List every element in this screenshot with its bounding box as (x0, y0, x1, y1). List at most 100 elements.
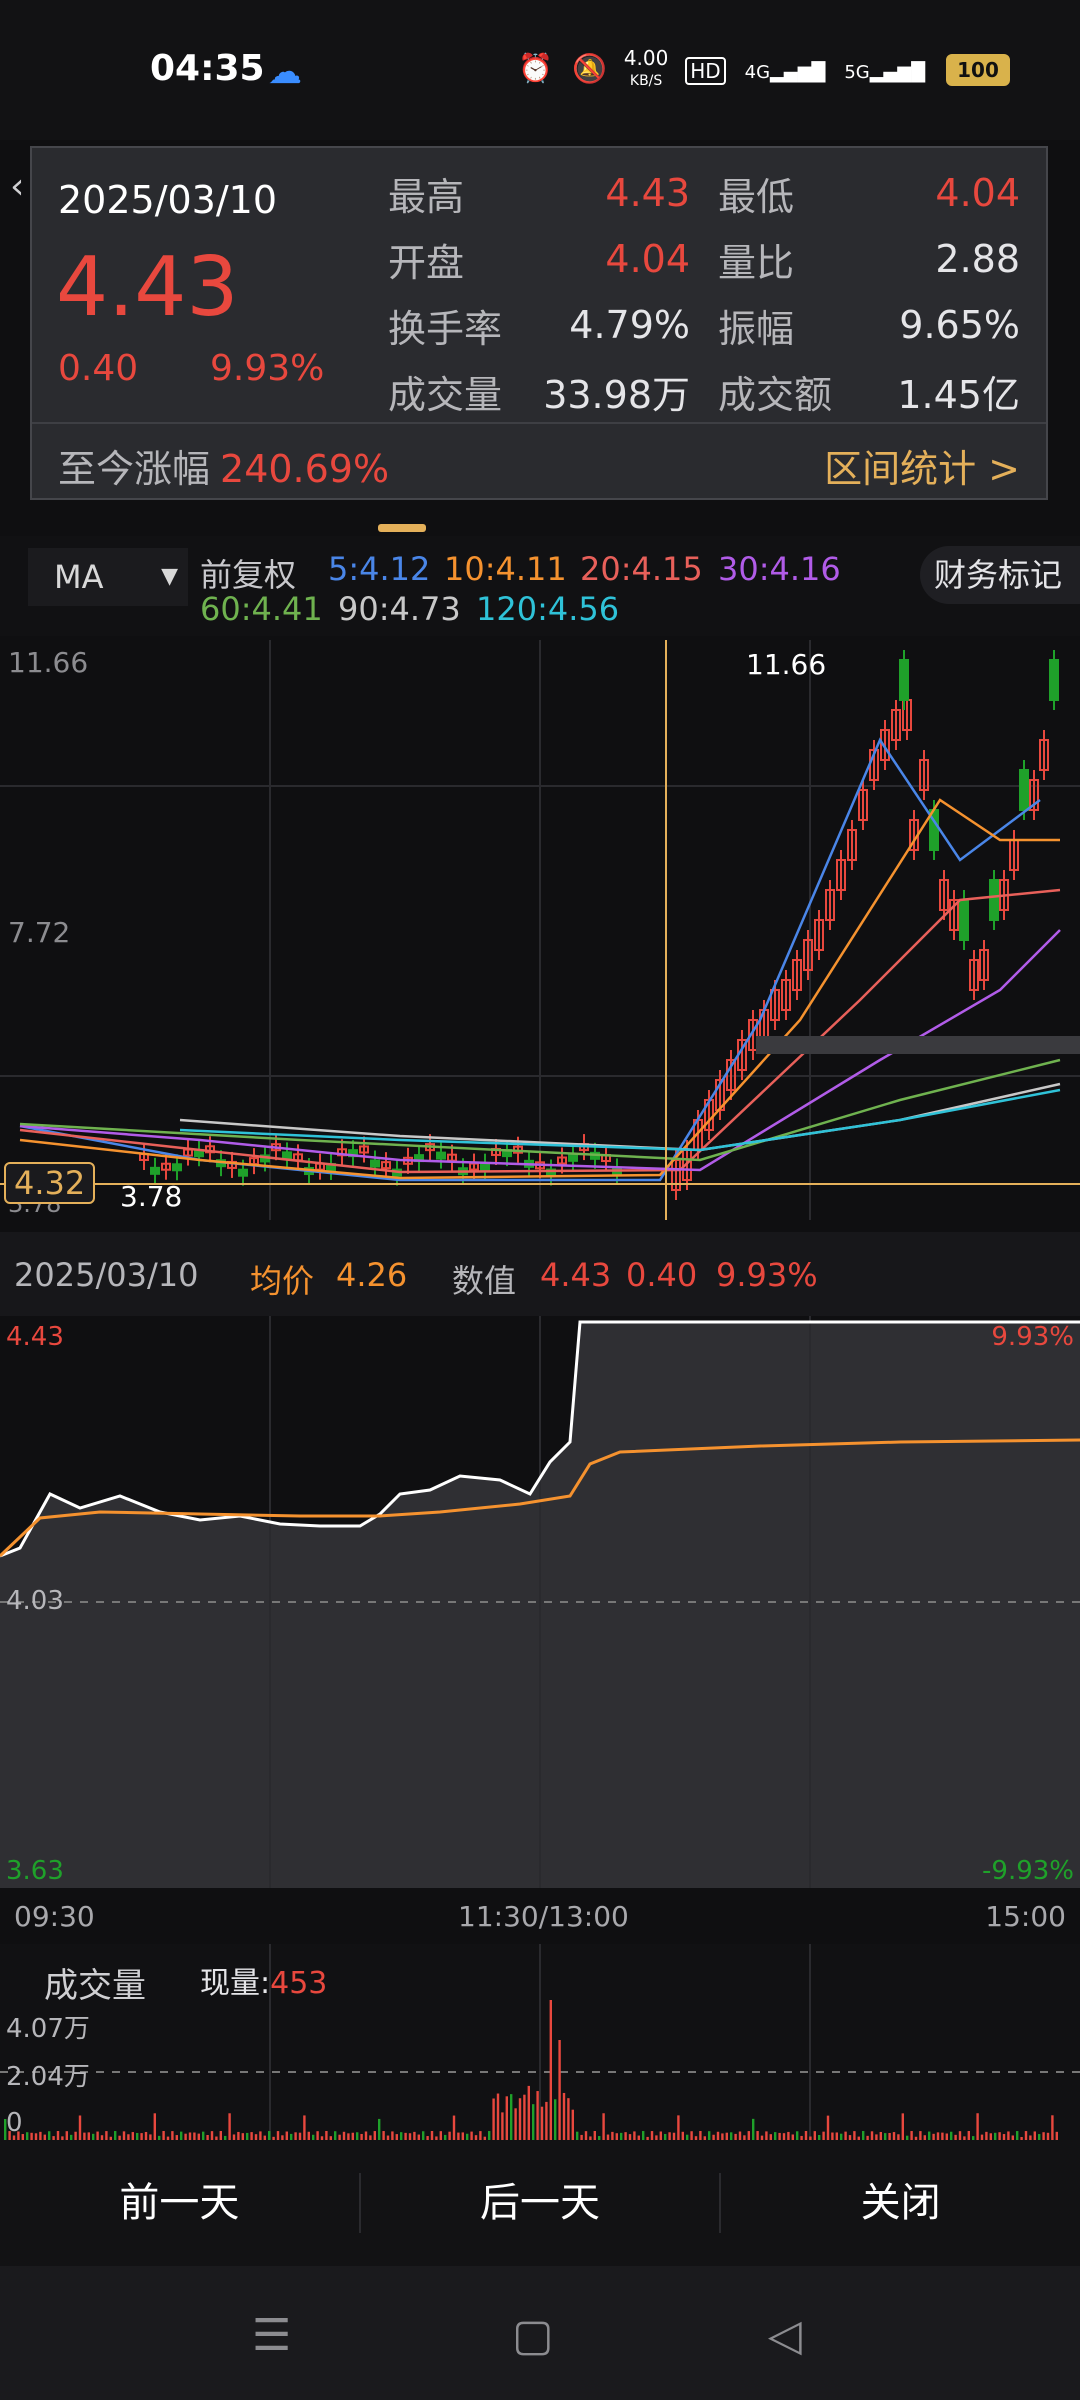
next-day-button[interactable]: 后一天 (361, 2173, 722, 2233)
volume-bar (1042, 2132, 1045, 2140)
kline-candle (899, 659, 909, 701)
ma5-value: 5:4.12 (328, 550, 431, 588)
volume-bar (180, 2131, 183, 2140)
volume-bar (994, 2132, 997, 2140)
volume-bar (1024, 2131, 1028, 2140)
volume-bar (778, 2132, 781, 2140)
home-icon[interactable]: ▢ (512, 2310, 554, 2361)
prev-day-button[interactable]: 前一天 (0, 2173, 361, 2233)
back-chevron-icon[interactable]: ‹ (10, 166, 24, 207)
volume-y1: 4.07万 (6, 2014, 90, 2044)
volume-bar (202, 2131, 205, 2140)
kline-candle (959, 899, 969, 941)
volume-bar (470, 2131, 473, 2140)
volume-bar (611, 2131, 614, 2140)
volume-bar (523, 2094, 526, 2140)
menu-icon[interactable]: ☰ (252, 2310, 291, 2361)
tab-indicator (378, 524, 426, 532)
intraday-chart[interactable]: 4.43 4.03 3.63 9.93% -9.93% (0, 1316, 1080, 1888)
close-button[interactable]: 关闭 (721, 2173, 1080, 2233)
kline-candle (1019, 769, 1029, 811)
popup-price: 4.43 (56, 240, 239, 335)
volume-bar (602, 2113, 605, 2140)
time-close: 15:00 (985, 1900, 1066, 1933)
volume-bar (342, 2131, 346, 2140)
stat-label: 最低 (718, 174, 795, 219)
stats-row: 开盘 4.04 量比 2.88 (388, 226, 1048, 292)
volume-bar (765, 2131, 768, 2140)
volume-bar (681, 2131, 684, 2140)
volume-bar (430, 2131, 434, 2140)
volume-bar (545, 2101, 548, 2140)
battery-icon: 100 (946, 53, 1010, 86)
volume-bar (171, 2131, 174, 2140)
volume-bar (677, 2115, 680, 2140)
volume-bar (259, 2131, 262, 2140)
since-change-label: 至今涨幅 (58, 447, 211, 491)
volume-bar (554, 2099, 557, 2140)
volume-svg (0, 1944, 1080, 2140)
volume-bar (48, 2131, 51, 2140)
stats-row: 成交量 33.98万 成交额 1.45亿 (388, 358, 1048, 424)
volume-bar (870, 2131, 874, 2140)
time-mid: 11:30/13:00 (458, 1900, 629, 1933)
volume-bar (78, 2115, 82, 2140)
volume-bar (584, 2131, 588, 2140)
volume-now-value: 453 (270, 1966, 328, 2001)
volume-bar (576, 2131, 579, 2140)
volume-bar (853, 2131, 856, 2140)
bottom-action-bar: 前一天 后一天 关闭 (0, 2140, 1080, 2266)
kline-candle (238, 1168, 248, 1177)
volume-bar (615, 2133, 618, 2140)
volume-bar (950, 2131, 953, 2140)
volume-bar (738, 2131, 742, 2140)
volume-bar (452, 2115, 456, 2140)
stat-label: 换手率 (388, 306, 503, 351)
popup-stats-grid: 最高 4.43 最低 4.04 开盘 4.04 量比 2.88 换手率 4.79… (388, 160, 1048, 424)
signal-4g-icon: 4G▂▄▆█ (744, 61, 826, 83)
val-pct: 9.93% (716, 1256, 818, 1294)
volume-chart[interactable]: 成交量 现量:453 4.07万 2.04万 0 (0, 1944, 1080, 2140)
volume-bar (659, 2131, 662, 2140)
volume-bar (527, 2085, 530, 2140)
volume-bar (303, 2115, 306, 2140)
avg-label: 均价 (250, 1262, 315, 1300)
volume-bar (826, 2115, 830, 2140)
intraday-y-top: 4.43 (6, 1322, 64, 1352)
popup-divider (32, 422, 1046, 424)
volume-bar (976, 2113, 979, 2140)
kline-chart[interactable]: 11.66 7.72 3.78 11.66 3.78 4.32 (0, 640, 1080, 1220)
range-stats-link[interactable]: 区间统计 > (824, 438, 1020, 493)
volume-bar (422, 2131, 425, 2140)
ma-select[interactable]: MA ▼ (28, 548, 188, 606)
volume-bar (246, 2132, 249, 2140)
volume-bar (479, 2131, 482, 2140)
volume-bar (241, 2133, 244, 2140)
finance-mark-button[interactable]: 财务标记 (920, 546, 1080, 604)
ma-select-label: MA (54, 558, 104, 596)
volume-bar (796, 2131, 799, 2140)
volume-y0: 0 (6, 2108, 23, 2138)
intraday-y-bot: 3.63 (6, 1856, 64, 1886)
volume-bar (558, 2040, 561, 2140)
volume-bar (716, 2131, 720, 2140)
kline-high-label: 11.66 (746, 648, 827, 681)
since-change-value: 240.69% (220, 447, 390, 491)
volume-bar (888, 2132, 891, 2140)
volume-bar (593, 2131, 596, 2140)
volume-bar (642, 2131, 645, 2140)
back-icon[interactable]: ◁ (768, 2310, 802, 2361)
kline-candle (480, 1162, 490, 1171)
val-change: 0.40 (626, 1256, 698, 1294)
volume-bar (941, 2132, 944, 2140)
volume-bar (268, 2131, 271, 2140)
avg-value: 4.26 (336, 1256, 408, 1294)
kline-y-top: 11.66 (8, 646, 89, 679)
stat-value: 4.79% (569, 303, 690, 347)
volume-bar (725, 2132, 728, 2140)
volume-bar (122, 2131, 126, 2140)
stats-row: 换手率 4.79% 振幅 9.65% (388, 292, 1048, 358)
stat-label: 振幅 (718, 306, 795, 351)
volume-bar (237, 2131, 240, 2140)
volume-bar (1046, 2132, 1050, 2140)
